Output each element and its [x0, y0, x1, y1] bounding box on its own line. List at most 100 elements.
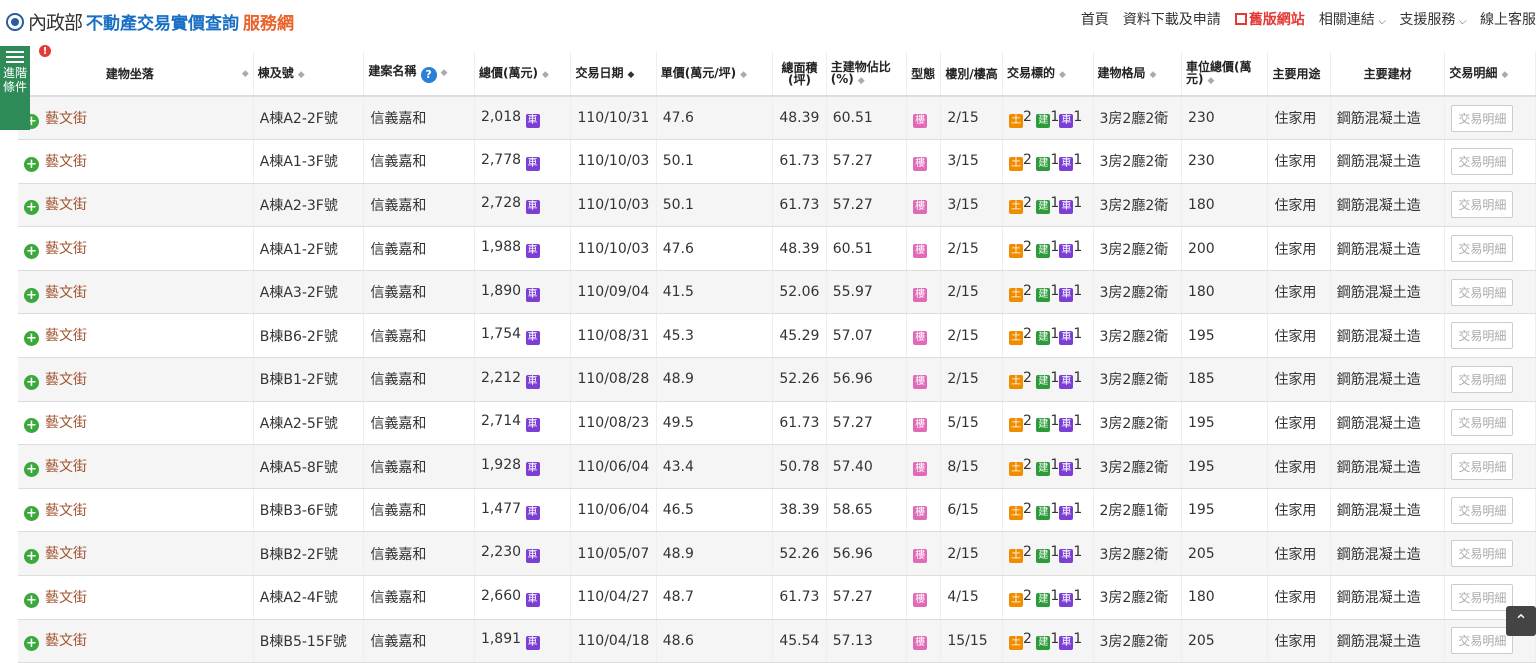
col-use[interactable]: 主要用途 — [1267, 52, 1331, 97]
nav-home[interactable]: 首頁 — [1081, 9, 1109, 29]
expand-plus-icon[interactable]: + — [24, 156, 39, 172]
location-text[interactable]: 藝文街 — [45, 328, 87, 344]
location-text[interactable]: 藝文街 — [45, 459, 87, 475]
location-text[interactable]: 藝文街 — [45, 503, 87, 519]
location-text[interactable]: 藝文街 — [45, 154, 87, 170]
cell-location[interactable]: + 藝文街 — [18, 401, 254, 446]
col-date[interactable]: 交易日期 ◆ — [570, 52, 657, 97]
expand-plus-icon[interactable]: + — [24, 462, 39, 478]
building-tag-icon: 建 — [1036, 113, 1051, 128]
cell-date: 110/04/18 — [570, 619, 657, 663]
table-row[interactable]: + 藝文街 A棟A1-2F號 信義嘉和 1,988 車 110/10/03 47.6 48.3… — [18, 226, 1536, 271]
col-floor[interactable]: 樓別/樓高 — [940, 52, 1004, 97]
col-unit-price[interactable]: 單價(萬元/坪) ◆ — [656, 52, 774, 97]
transaction-detail-button[interactable]: 交易明細 — [1451, 365, 1514, 393]
cell-total-price: 1,928 車 — [474, 444, 572, 489]
transaction-detail-button[interactable]: 交易明細 — [1451, 147, 1514, 175]
advanced-filter-button[interactable]: 進階條件 — [0, 46, 30, 130]
location-text[interactable]: 藝文街 — [45, 372, 87, 388]
col-type[interactable]: 型態 — [906, 52, 942, 97]
col-building[interactable]: 棟及號 ◆ — [253, 52, 365, 97]
cell-location[interactable]: + 藝文街 — [18, 183, 254, 228]
col-location[interactable]: 建物坐落 ◆ — [18, 52, 254, 97]
location-text[interactable]: 藝文街 — [45, 285, 87, 301]
help-icon[interactable]: ? — [420, 66, 437, 83]
expand-plus-icon[interactable]: + — [24, 374, 39, 390]
logo-site-text: 不動產交易實價查詢 — [86, 14, 240, 34]
cell-location[interactable]: + 藝文街 — [18, 139, 254, 184]
transaction-detail-button[interactable]: 交易明細 — [1451, 235, 1514, 263]
col-area[interactable]: 總面積(坪) — [772, 52, 827, 97]
table-row[interactable]: + 藝文街 A棟A2-5F號 信義嘉和 2,714 車 110/08/23 49.5 61.7… — [18, 401, 1536, 446]
cell-location[interactable]: + 藝文街 — [18, 357, 254, 402]
table-row[interactable]: + 藝文街 A棟A2-4F號 信義嘉和 2,660 車 110/04/27 48.7 61.7… — [18, 575, 1536, 620]
site-logo[interactable]: 內政部 不動產交易實價查詢 服務網 — [6, 8, 294, 35]
cell-location[interactable]: + 藝文街 — [18, 444, 254, 489]
col-parking[interactable]: 車位總價(萬元) ◆ — [1181, 52, 1269, 97]
cell-building: A棟A2-3F號 — [253, 183, 365, 228]
col-main-ratio[interactable]: 主建物佔比(%) ◆ — [826, 52, 908, 97]
cell-location[interactable]: + 藝文街 — [18, 619, 254, 663]
transaction-detail-button[interactable]: 交易明細 — [1451, 191, 1514, 219]
col-target[interactable]: 交易標的 ◆ — [1002, 52, 1094, 97]
expand-plus-icon[interactable]: + — [24, 592, 39, 608]
expand-plus-icon[interactable]: + — [24, 287, 39, 303]
transaction-detail-button[interactable]: 交易明細 — [1451, 496, 1514, 524]
expand-plus-icon[interactable]: + — [24, 200, 39, 216]
col-project[interactable]: 建案名稱 ? ◆ — [363, 52, 475, 97]
transaction-detail-button[interactable]: 交易明細 — [1451, 409, 1514, 437]
transaction-detail-button[interactable]: 交易明細 — [1451, 627, 1514, 655]
cell-location[interactable]: + 藝文街 — [18, 96, 254, 141]
nav-download[interactable]: 資料下載及申請 — [1123, 9, 1221, 29]
cell-location[interactable]: + 藝文街 — [18, 313, 254, 359]
nav-old-site[interactable]: 舊版網站 — [1234, 9, 1305, 29]
nav-support[interactable]: 支援服務 ⌵ — [1399, 9, 1466, 29]
cell-location[interactable]: + 藝文街 — [18, 270, 254, 315]
expand-plus-icon[interactable]: + — [24, 418, 39, 434]
transaction-detail-button[interactable]: 交易明細 — [1451, 278, 1514, 306]
expand-plus-icon[interactable]: + — [24, 636, 39, 652]
nav-service[interactable]: 線上客服 — [1480, 9, 1536, 29]
table-row[interactable]: + 藝文街 A棟A1-3F號 信義嘉和 2,778 車 110/10/03 50.1 61.7… — [18, 139, 1536, 184]
cell-location[interactable]: + 藝文街 — [18, 488, 254, 533]
scroll-to-top-button[interactable]: ⌃ — [1506, 606, 1536, 636]
cell-parking-price: 195 — [1181, 401, 1269, 446]
expand-plus-icon[interactable]: + — [24, 331, 39, 347]
expand-plus-icon[interactable]: + — [24, 549, 39, 565]
nav-links[interactable]: 相關連結 ⌵ — [1319, 9, 1386, 29]
table-row[interactable]: + 藝文街 B棟B1-2F號 信義嘉和 2,212 車 110/08/28 48.9 52.2… — [18, 357, 1536, 402]
cell-location[interactable]: + 藝文街 — [18, 226, 254, 271]
col-detail[interactable]: 交易明細 ◆ — [1444, 52, 1536, 97]
col-total-price[interactable]: 總價(萬元) ◆ — [474, 52, 572, 97]
cell-target: 土2 建1車1 — [1002, 96, 1094, 141]
col-material[interactable]: 主要建材 — [1330, 52, 1446, 97]
transaction-detail-button[interactable]: 交易明細 — [1451, 322, 1514, 350]
table-row[interactable]: + 藝文街 B棟B5-15F號 信義嘉和 1,891 車 110/04/18 48.6 45.… — [18, 619, 1536, 663]
col-layout[interactable]: 建物格局 ◆ — [1093, 52, 1182, 97]
table-row[interactable]: + 藝文街 A棟A2-3F號 信義嘉和 2,728 車 110/10/03 50.1 61.7… — [18, 183, 1536, 228]
transaction-detail-button[interactable]: 交易明細 — [1451, 104, 1514, 132]
transaction-detail-button[interactable]: 交易明細 — [1451, 540, 1514, 568]
col-date-label: 交易日期 — [575, 65, 624, 80]
cell-material: 鋼筋混凝土造 — [1330, 96, 1446, 141]
location-text[interactable]: 藝文街 — [45, 590, 87, 606]
location-text[interactable]: 藝文街 — [45, 546, 87, 562]
expand-plus-icon[interactable]: + — [24, 244, 39, 260]
cell-location[interactable]: + 藝文街 — [18, 531, 254, 577]
location-text[interactable]: 藝文街 — [45, 633, 87, 649]
location-text[interactable]: 藝文街 — [45, 197, 87, 213]
cell-location[interactable]: + 藝文街 — [18, 575, 254, 620]
table-row[interactable]: + 藝文街 B棟B3-6F號 信義嘉和 1,477 車 110/06/04 46.5 38.3… — [18, 488, 1536, 533]
location-text[interactable]: 藝文街 — [45, 241, 87, 257]
table-row[interactable]: + 藝文街 A棟A5-8F號 信義嘉和 1,928 車 110/06/04 43.4 50.7… — [18, 444, 1536, 489]
table-row[interactable]: + 藝文街 B棟B2-2F號 信義嘉和 2,230 車 110/05/07 48.9 52.2… — [18, 531, 1536, 577]
sort-icon: ◆ — [297, 69, 305, 80]
transaction-detail-button[interactable]: 交易明細 — [1451, 453, 1514, 481]
location-text[interactable]: 藝文街 — [45, 111, 87, 127]
location-text[interactable]: 藝文街 — [45, 415, 87, 431]
expand-plus-icon[interactable]: + — [24, 505, 39, 521]
table-row[interactable]: + 藝文街 A棟A3-2F號 信義嘉和 1,890 車 110/09/04 41.5 52.0… — [18, 270, 1536, 315]
table-row[interactable]: + 藝文街 A棟A2-2F號 信義嘉和 2,018 車 110/10/31 47.6 48.3… — [18, 96, 1536, 141]
table-row[interactable]: + 藝文街 B棟B6-2F號 信義嘉和 1,754 車 110/08/31 45.3 45.2… — [18, 313, 1536, 359]
transaction-detail-button[interactable]: 交易明細 — [1451, 583, 1514, 611]
